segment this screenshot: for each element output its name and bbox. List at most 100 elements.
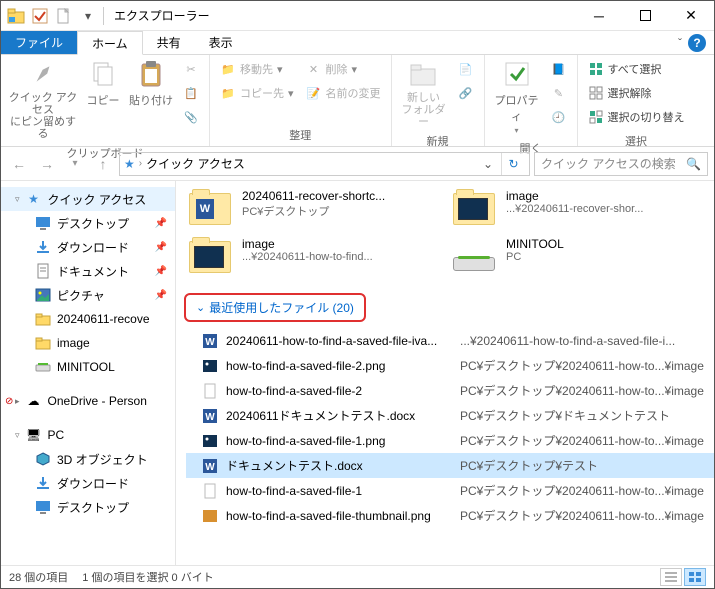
file-icon	[202, 383, 218, 399]
frequent-folder[interactable]: W20240611-recover-shortc...PC¥デスクトップ	[186, 189, 434, 229]
sidebar-pc[interactable]: ▿ 🖥 PC	[1, 423, 175, 447]
select-all-button[interactable]: すべて選択	[584, 58, 689, 80]
delete-button[interactable]: ✕削除▾	[302, 58, 385, 80]
ribbon-collapse-icon[interactable]: ˇ	[678, 36, 682, 50]
pin-icon: 📌	[155, 290, 167, 301]
tab-view[interactable]: 表示	[195, 31, 247, 54]
file-row[interactable]: how-to-find-a-saved-file-2PC¥デスクトップ¥2024…	[186, 378, 714, 403]
sidebar-item[interactable]: 20240611-recove	[1, 307, 175, 331]
ribbon-group-new: 新しい フォルダー 📄 🔗 新規	[392, 55, 485, 146]
new-item-button[interactable]: 📄	[454, 58, 478, 80]
file-row[interactable]: how-to-find-a-saved-file-2.pngPC¥デスクトップ¥…	[186, 353, 714, 378]
sidebar-item[interactable]: ピクチャ📌	[1, 283, 175, 307]
file-row[interactable]: how-to-find-a-saved-file-thumbnail.pngPC…	[186, 503, 714, 528]
download-icon	[35, 239, 51, 255]
ribbon-tabs: ファイル ホーム 共有 表示 ˇ ?	[1, 31, 714, 55]
tab-file[interactable]: ファイル	[1, 31, 77, 54]
tab-home[interactable]: ホーム	[77, 31, 143, 55]
recent-files-header[interactable]: ⌄ 最近使用したファイル (20)	[184, 293, 366, 322]
folder-icon: W	[186, 189, 234, 229]
star-icon: ★	[26, 191, 42, 207]
help-icon[interactable]: ?	[688, 34, 706, 52]
copy-path-button[interactable]: 📋	[179, 82, 203, 104]
sidebar-item[interactable]: ダウンロード	[1, 471, 175, 495]
ribbon-group-organize: 📁移動先▾ 📁コピー先▾ ✕削除▾ 📝名前の変更 整理	[210, 55, 392, 146]
file-row[interactable]: W20240611ドキュメントテスト.docxPC¥デスクトップ¥ドキュメントテ…	[186, 403, 714, 428]
sidebar-quickaccess[interactable]: ▿ ★ クイック アクセス	[1, 187, 175, 211]
frequent-folder[interactable]: MINITOOLPC	[450, 237, 698, 277]
address-bar[interactable]: ★ › クイック アクセス ⌄ ↻	[119, 152, 530, 176]
close-button[interactable]: ✕	[668, 1, 714, 31]
pin-icon: 📌	[155, 242, 167, 253]
easy-access-button[interactable]: 🔗	[454, 82, 478, 104]
rename-button[interactable]: 📝名前の変更	[302, 82, 385, 104]
paste-shortcut-button[interactable]: 📎	[179, 106, 203, 128]
address-location: クイック アクセス	[146, 155, 245, 172]
ribbon: クイック アクセス にピン留めする コピー 貼り付け ✂ 📋 📎 クリップボード…	[1, 55, 714, 147]
desktop-icon	[35, 215, 51, 231]
sidebar-item[interactable]: デスクトップ📌	[1, 211, 175, 235]
content-scroll[interactable]: W20240611-recover-shortc...PC¥デスクトップ imag…	[176, 181, 714, 565]
ribbon-group-select: すべて選択 選択解除 選択の切り替え 選択	[578, 55, 695, 146]
up-button[interactable]: ↑	[91, 152, 115, 176]
sidebar-item[interactable]: デスクトップ	[1, 495, 175, 519]
qat-file-icon[interactable]	[53, 5, 75, 27]
search-input[interactable]: クイック アクセスの検索 🔍	[534, 152, 708, 176]
pin-icon: 📌	[155, 218, 167, 229]
file-row[interactable]: how-to-find-a-saved-file-1PC¥デスクトップ¥2024…	[186, 478, 714, 503]
refresh-button[interactable]: ↻	[501, 153, 525, 175]
desktop-icon	[35, 499, 51, 515]
address-dropdown-icon[interactable]: ⌄	[483, 157, 493, 171]
paste-button[interactable]: 貼り付け	[127, 58, 175, 108]
move-to-button[interactable]: 📁移動先▾	[216, 58, 298, 80]
status-selection: 1 個の項目を選択 0 バイト	[82, 569, 213, 585]
view-thumbnails-button[interactable]	[684, 568, 706, 586]
back-button[interactable]: ←	[7, 152, 31, 176]
svg-text:W: W	[205, 412, 215, 423]
maximize-button[interactable]	[622, 1, 668, 31]
properties-button[interactable]: プロパティ▾	[491, 58, 543, 135]
clipboard-small: ✂ 📋 📎	[179, 58, 203, 128]
sidebar-onedrive[interactable]: ▸ ☁ OneDrive - Person ⊘	[1, 389, 175, 413]
edit-button[interactable]: ✎	[547, 82, 571, 104]
recent-locations-button[interactable]: ▾	[63, 152, 87, 176]
sidebar-item[interactable]: MINITOOL	[1, 355, 175, 379]
pin-to-quickaccess-button[interactable]: クイック アクセス にピン留めする	[7, 58, 79, 140]
sidebar-item[interactable]: 3D オブジェクト	[1, 447, 175, 471]
sidebar-item[interactable]: ドキュメント📌	[1, 259, 175, 283]
view-details-button[interactable]	[660, 568, 682, 586]
new-folder-button[interactable]: 新しい フォルダー	[398, 58, 450, 128]
status-bar: 28 個の項目 1 個の項目を選択 0 バイト	[1, 565, 714, 588]
pin-icon: 📌	[155, 266, 167, 277]
sidebar-item[interactable]: ダウンロード📌	[1, 235, 175, 259]
file-row[interactable]: W20240611-how-to-find-a-saved-file-iva..…	[186, 328, 714, 353]
quick-access-toolbar: ▾	[1, 5, 99, 27]
qat-checkbox-icon[interactable]	[29, 5, 51, 27]
file-row[interactable]: how-to-find-a-saved-file-1.pngPC¥デスクトップ¥…	[186, 428, 714, 453]
history-button[interactable]: 🕘	[547, 106, 571, 128]
file-icon	[202, 508, 218, 524]
content-pane: W20240611-recover-shortc...PC¥デスクトップ imag…	[176, 181, 714, 565]
minimize-button[interactable]: ─	[576, 1, 622, 31]
file-icon: W	[202, 333, 218, 349]
file-icon	[202, 433, 218, 449]
cut-button[interactable]: ✂	[179, 58, 203, 80]
open-button[interactable]: 📘	[547, 58, 571, 80]
frequent-folder[interactable]: image...¥20240611-how-to-find...	[186, 237, 434, 277]
document-icon	[35, 263, 51, 279]
sidebar-item[interactable]: image	[1, 331, 175, 355]
copy-to-button[interactable]: 📁コピー先▾	[216, 82, 298, 104]
forward-button[interactable]: →	[35, 152, 59, 176]
svg-text:W: W	[205, 462, 215, 473]
tab-share[interactable]: 共有	[143, 31, 195, 54]
search-icon: 🔍	[686, 157, 701, 171]
frequent-folder[interactable]: image...¥20240611-recover-shor...	[450, 189, 698, 229]
file-row[interactable]: Wドキュメントテスト.docxPC¥デスクトップ¥テスト	[186, 453, 714, 478]
folder-icon	[35, 335, 51, 351]
window-title: エクスプローラー	[114, 7, 210, 24]
select-none-button[interactable]: 選択解除	[584, 82, 689, 104]
select-invert-button[interactable]: 選択の切り替え	[584, 106, 689, 128]
copy-button[interactable]: コピー	[83, 58, 123, 108]
navigation-pane[interactable]: ▿ ★ クイック アクセス デスクトップ📌ダウンロード📌ドキュメント📌ピクチャ📌…	[1, 181, 176, 565]
qat-dropdown-icon[interactable]: ▾	[77, 5, 99, 27]
